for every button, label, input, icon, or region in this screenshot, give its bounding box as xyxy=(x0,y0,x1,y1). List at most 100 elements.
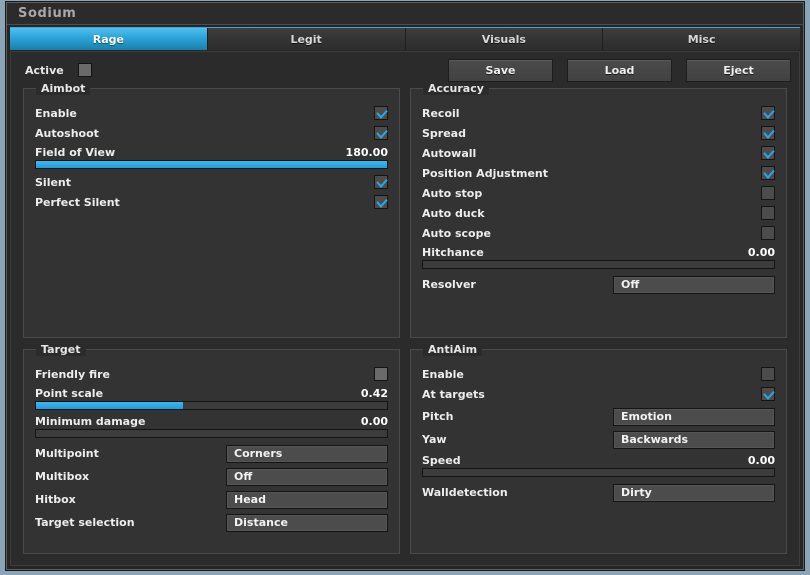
antiaim-enable-checkbox[interactable] xyxy=(761,367,775,381)
tab-rage-label: Rage xyxy=(92,32,124,46)
load-button[interactable]: Load xyxy=(567,58,672,82)
yaw-dropdown[interactable]: Backwards xyxy=(613,430,775,449)
multibox-dropdown[interactable]: Off xyxy=(226,467,388,486)
window-button-group: Save Load Eject xyxy=(448,58,791,82)
yaw-label: Yaw xyxy=(422,433,447,446)
aimbot-enable-checkbox[interactable] xyxy=(374,106,388,120)
position-adjustment-checkbox[interactable] xyxy=(761,166,775,180)
hitchance-header: Hitchance 0.00 xyxy=(422,244,775,260)
slider-point-scale: Point scale 0.42 xyxy=(35,385,388,410)
aimbot-autoshoot-label: Autoshoot xyxy=(35,126,99,140)
point-scale-header: Point scale 0.42 xyxy=(35,385,388,401)
point-scale-slider[interactable] xyxy=(35,401,388,410)
position-adjustment-label: Position Adjustment xyxy=(422,166,548,180)
hitbox-label: Hitbox xyxy=(35,493,76,506)
minimum-damage-slider[interactable] xyxy=(35,429,388,438)
spread-label: Spread xyxy=(422,126,466,140)
group-accuracy: Accuracy Recoil Spread Autowall Position… xyxy=(410,82,787,338)
panel-columns: Aimbot Enable Autoshoot Field of View 18… xyxy=(11,82,799,565)
tab-misc[interactable]: Misc xyxy=(603,28,800,50)
toolbar: Active Save Load Eject xyxy=(11,52,799,88)
tab-visuals-label: Visuals xyxy=(481,32,526,46)
resolver-dropdown[interactable]: Off xyxy=(613,275,775,294)
main-window: Sodium Rage Legit Visuals Misc Active Sa… xyxy=(6,2,804,570)
aimbot-perfect-silent-checkbox[interactable] xyxy=(374,195,388,209)
hitchance-label: Hitchance xyxy=(422,245,484,259)
active-toggle-group: Active xyxy=(25,63,92,77)
group-aimbot-title: Aimbot xyxy=(36,82,91,95)
antiaim-enable-label: Enable xyxy=(422,367,464,381)
hitbox-dropdown[interactable]: Head xyxy=(226,490,388,509)
left-column: Aimbot Enable Autoshoot Field of View 18… xyxy=(23,82,400,565)
slider-minimum-damage: Minimum damage 0.00 xyxy=(35,413,388,438)
eject-button[interactable]: Eject xyxy=(686,58,791,82)
pitch-dropdown[interactable]: Emotion xyxy=(613,407,775,426)
tab-legit[interactable]: Legit xyxy=(207,28,406,50)
autowall-label: Autowall xyxy=(422,146,477,160)
row-yaw: Yaw Backwards xyxy=(422,429,775,450)
row-resolver: Resolver Off xyxy=(422,274,775,295)
aimbot-autoshoot-checkbox[interactable] xyxy=(374,126,388,140)
friendly-fire-checkbox[interactable] xyxy=(374,367,388,381)
auto-scope-checkbox[interactable] xyxy=(761,226,775,240)
walldetection-dropdown[interactable]: Dirty xyxy=(613,483,775,502)
resolver-value: Off xyxy=(621,278,640,291)
active-checkbox[interactable] xyxy=(77,63,92,77)
slider-speed: Speed 0.00 xyxy=(422,452,775,477)
save-button[interactable]: Save xyxy=(448,58,553,82)
tab-misc-label: Misc xyxy=(687,32,716,46)
row-multibox: Multibox Off xyxy=(35,466,388,487)
point-scale-value: 0.42 xyxy=(360,386,388,400)
auto-scope-label: Auto scope xyxy=(422,226,491,240)
multibox-value: Off xyxy=(234,470,253,483)
autowall-checkbox[interactable] xyxy=(761,146,775,160)
aimbot-silent-label: Silent xyxy=(35,175,72,189)
aimbot-perfect-silent-label: Perfect Silent xyxy=(35,195,120,209)
row-target-selection: Target selection Distance xyxy=(35,512,388,533)
field-of-view-slider-fill xyxy=(36,161,387,168)
point-scale-slider-fill xyxy=(36,402,184,409)
title-bar[interactable]: Sodium xyxy=(7,3,803,25)
multipoint-dropdown[interactable]: Corners xyxy=(226,444,388,463)
row-auto-scope: Auto scope xyxy=(422,223,775,243)
target-selection-dropdown[interactable]: Distance xyxy=(226,513,388,532)
save-button-label: Save xyxy=(485,63,516,77)
group-antiaim-title: AntiAim xyxy=(423,343,483,356)
yaw-value: Backwards xyxy=(621,433,689,446)
field-of-view-value: 180.00 xyxy=(345,145,388,159)
at-targets-checkbox[interactable] xyxy=(761,387,775,401)
recoil-checkbox[interactable] xyxy=(761,106,775,120)
speed-header: Speed 0.00 xyxy=(422,452,775,468)
group-aimbot: Aimbot Enable Autoshoot Field of View 18… xyxy=(23,82,400,338)
tab-visuals[interactable]: Visuals xyxy=(405,28,604,50)
multibox-label: Multibox xyxy=(35,470,90,483)
row-aimbot-autoshoot: Autoshoot xyxy=(35,123,388,143)
tab-rage[interactable]: Rage xyxy=(10,28,208,50)
group-antiaim: AntiAim Enable At targets Pitch Emotion xyxy=(410,343,787,554)
row-antiaim-enable: Enable xyxy=(422,364,775,384)
minimum-damage-value: 0.00 xyxy=(360,414,388,428)
right-column: Accuracy Recoil Spread Autowall Position… xyxy=(410,82,787,565)
row-at-targets: At targets xyxy=(422,384,775,404)
minimum-damage-label: Minimum damage xyxy=(35,414,146,428)
aimbot-silent-checkbox[interactable] xyxy=(374,175,388,189)
hitchance-slider[interactable] xyxy=(422,260,775,269)
tab-bar: Rage Legit Visuals Misc xyxy=(10,27,800,50)
auto-duck-checkbox[interactable] xyxy=(761,206,775,220)
field-of-view-slider[interactable] xyxy=(35,160,388,169)
at-targets-label: At targets xyxy=(422,387,485,401)
hitchance-value: 0.00 xyxy=(747,245,775,259)
row-pitch: Pitch Emotion xyxy=(422,406,775,427)
row-aimbot-silent: Silent xyxy=(35,172,388,192)
speed-slider[interactable] xyxy=(422,468,775,477)
row-auto-stop: Auto stop xyxy=(422,183,775,203)
auto-duck-label: Auto duck xyxy=(422,206,485,220)
auto-stop-label: Auto stop xyxy=(422,186,483,200)
target-selection-value: Distance xyxy=(234,516,288,529)
pitch-value: Emotion xyxy=(621,410,672,423)
auto-stop-checkbox[interactable] xyxy=(761,186,775,200)
walldetection-value: Dirty xyxy=(621,486,652,499)
row-recoil: Recoil xyxy=(422,103,775,123)
row-friendly-fire: Friendly fire xyxy=(35,364,388,384)
spread-checkbox[interactable] xyxy=(761,126,775,140)
